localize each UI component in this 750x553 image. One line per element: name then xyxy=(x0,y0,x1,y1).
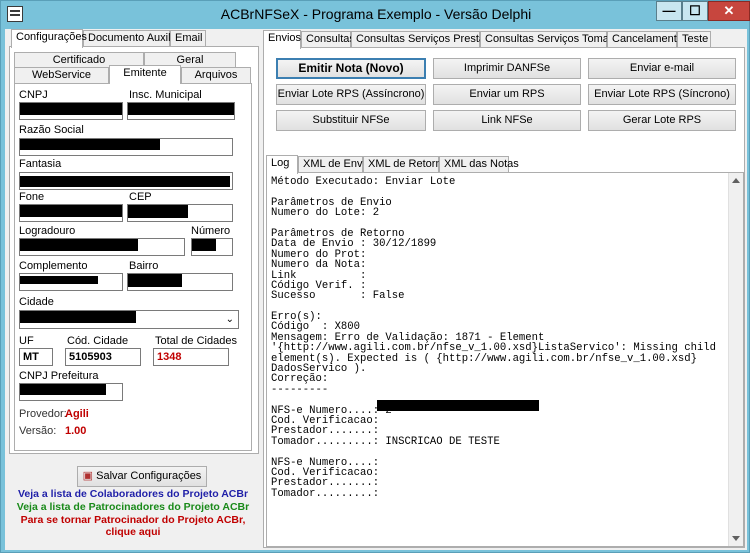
main-window: ACBrNFSeX - Programa Exemplo - Versão De… xyxy=(0,0,750,553)
fone-field[interactable] xyxy=(19,204,123,222)
salvar-configuracoes-label: Salvar Configurações xyxy=(96,470,202,482)
logradouro-field[interactable] xyxy=(19,238,185,256)
patrocinador-link-line2[interactable]: clique aqui xyxy=(7,526,259,538)
total-cidades-label: Total de Cidades xyxy=(155,335,237,347)
complemento-field[interactable] xyxy=(19,273,123,291)
prestador-redacted xyxy=(377,400,539,411)
tab-emitente[interactable]: Emitente xyxy=(109,65,181,84)
enviar-lote-assincrono-button[interactable]: Enviar Lote RPS (Assíncrono) xyxy=(276,84,426,105)
insc-municipal-label: Insc. Municipal xyxy=(129,89,202,101)
cidade-select[interactable]: ⌄ xyxy=(19,310,239,329)
cep-field[interactable] xyxy=(127,204,233,222)
bairro-field[interactable] xyxy=(127,273,233,291)
complemento-label: Complemento xyxy=(19,260,88,272)
cnpj-prefeitura-field[interactable] xyxy=(19,383,123,401)
cnpj-field[interactable] xyxy=(19,102,123,120)
configuracoes-body: Certificado Geral WebService Emitente Ar… xyxy=(9,46,259,454)
log-line: Correção: xyxy=(271,373,329,386)
salvar-configuracoes-button[interactable]: ▣ Salvar Configurações xyxy=(77,466,207,487)
patrocinador-link-line1[interactable]: Para se tornar Patrocinador do Projeto A… xyxy=(7,514,259,526)
client-area: Configurações Documento Auxiliar Email C… xyxy=(5,29,747,550)
tab-consultas-servicos-prestados[interactable]: Consultas Serviços Prestados xyxy=(351,31,503,48)
emitente-body: CNPJ Insc. Municipal Razão Social Fantas… xyxy=(14,83,252,451)
window-title: ACBrNFSeX - Programa Exemplo - Versão De… xyxy=(220,6,532,22)
gerar-lote-rps-button[interactable]: Gerar Lote RPS xyxy=(588,110,736,131)
total-cidades-field: 1348 xyxy=(153,348,229,366)
enviar-lote-sincrono-button[interactable]: Enviar Lote RPS (Síncrono) xyxy=(588,84,736,105)
enviar-um-rps-button[interactable]: Enviar um RPS xyxy=(433,84,581,105)
maximize-button[interactable]: ☐ xyxy=(682,1,708,21)
imprimir-danfse-button[interactable]: Imprimir DANFSe xyxy=(433,58,581,79)
tab-xml-retorno[interactable]: XML de Retorno xyxy=(363,156,448,173)
provedor-value: Agili xyxy=(65,408,89,420)
cnpj-label: CNPJ xyxy=(19,89,48,101)
tab-xml-envio[interactable]: XML de Envio xyxy=(298,156,371,173)
tab-email[interactable]: Email xyxy=(170,30,206,47)
tab-documento-auxiliar[interactable]: Documento Auxiliar xyxy=(83,30,183,47)
logradouro-label: Logradouro xyxy=(19,225,76,237)
log-memo[interactable]: Método Executado: Enviar Lote Parâmetros … xyxy=(267,173,743,546)
fantasia-field[interactable] xyxy=(19,172,233,190)
tab-consultas[interactable]: Consultas xyxy=(301,31,355,48)
log-line: Numero do Lote: 2 xyxy=(271,207,380,220)
enviar-email-button[interactable]: Enviar e-mail xyxy=(588,58,736,79)
fone-label: Fone xyxy=(19,191,45,203)
log-scrollbar[interactable] xyxy=(728,173,743,546)
tab-teste[interactable]: Teste xyxy=(677,31,711,48)
tab-configuracoes[interactable]: Configurações xyxy=(11,29,87,48)
patrocinadores-link[interactable]: Veja a lista de Patrocinadores do Projet… xyxy=(7,501,259,513)
right-panel: Envios Consultas Consultas Serviços Pres… xyxy=(263,29,747,550)
colaboradores-link[interactable]: Veja a lista de Colaboradores do Projeto… xyxy=(7,488,259,500)
numero-label: Número xyxy=(191,225,231,237)
fantasia-label: Fantasia xyxy=(19,158,62,170)
tab-webservice[interactable]: WebService xyxy=(14,67,109,84)
versao-label: Versão: xyxy=(19,425,57,437)
razao-social-field[interactable] xyxy=(19,138,233,156)
razao-social-label: Razão Social xyxy=(19,124,84,136)
left-panel: Configurações Documento Auxiliar Email C… xyxy=(7,29,261,550)
cod-cidade-field[interactable]: 5105903 xyxy=(65,348,141,366)
log-line: Método Executado: Enviar Lote xyxy=(271,176,456,188)
provedor-label: Provedor: xyxy=(19,408,67,420)
tab-consultas-servicos-tomados[interactable]: Consultas Serviços Tomados xyxy=(480,31,627,48)
cod-cidade-label: Cód. Cidade xyxy=(67,335,129,347)
scroll-down-icon[interactable] xyxy=(732,536,740,541)
numero-field[interactable] xyxy=(191,238,233,256)
log-line: --------- xyxy=(271,383,329,396)
save-icon: ▣ xyxy=(82,470,94,482)
cnpj-prefeitura-label: CNPJ Prefeitura xyxy=(19,370,99,382)
versao-value: 1.00 xyxy=(65,425,87,437)
log-line: Numero da Nota: xyxy=(271,259,367,272)
tab-arquivos[interactable]: Arquivos xyxy=(181,67,251,84)
bairro-label: Bairro xyxy=(129,260,159,272)
minimize-button[interactable]: — xyxy=(656,1,682,21)
log-panel: Método Executado: Enviar Lote Parâmetros … xyxy=(266,172,744,547)
envios-body: Emitir Nota (Novo) Imprimir DANFSe Envia… xyxy=(263,47,745,548)
scroll-up-icon[interactable] xyxy=(732,178,740,183)
log-line: Sucesso : False xyxy=(271,290,405,303)
tab-envios[interactable]: Envios xyxy=(263,30,301,49)
emitir-nota-button[interactable]: Emitir Nota (Novo) xyxy=(276,58,426,79)
substituir-nfse-button[interactable]: Substituir NFSe xyxy=(276,110,426,131)
tab-cancelamento[interactable]: Cancelamento xyxy=(607,31,683,48)
tab-log[interactable]: Log xyxy=(266,155,298,174)
close-button[interactable]: ✕ xyxy=(708,1,750,21)
cidade-label: Cidade xyxy=(19,296,54,308)
uf-label: UF xyxy=(19,335,34,347)
insc-municipal-field[interactable] xyxy=(127,102,235,120)
log-line: Tomador.........: INSCRICAO DE TESTE xyxy=(271,435,500,448)
link-nfse-button[interactable]: Link NFSe xyxy=(433,110,581,131)
uf-field[interactable]: MT xyxy=(19,348,53,366)
tab-xml-notas[interactable]: XML das Notas xyxy=(439,156,519,173)
cep-label: CEP xyxy=(129,191,152,203)
chevron-down-icon[interactable]: ⌄ xyxy=(226,312,234,328)
title-bar[interactable]: ACBrNFSeX - Programa Exemplo - Versão De… xyxy=(1,1,750,29)
log-line: DadosServico ). xyxy=(271,363,367,376)
log-line: Tomador.........: xyxy=(271,487,380,500)
